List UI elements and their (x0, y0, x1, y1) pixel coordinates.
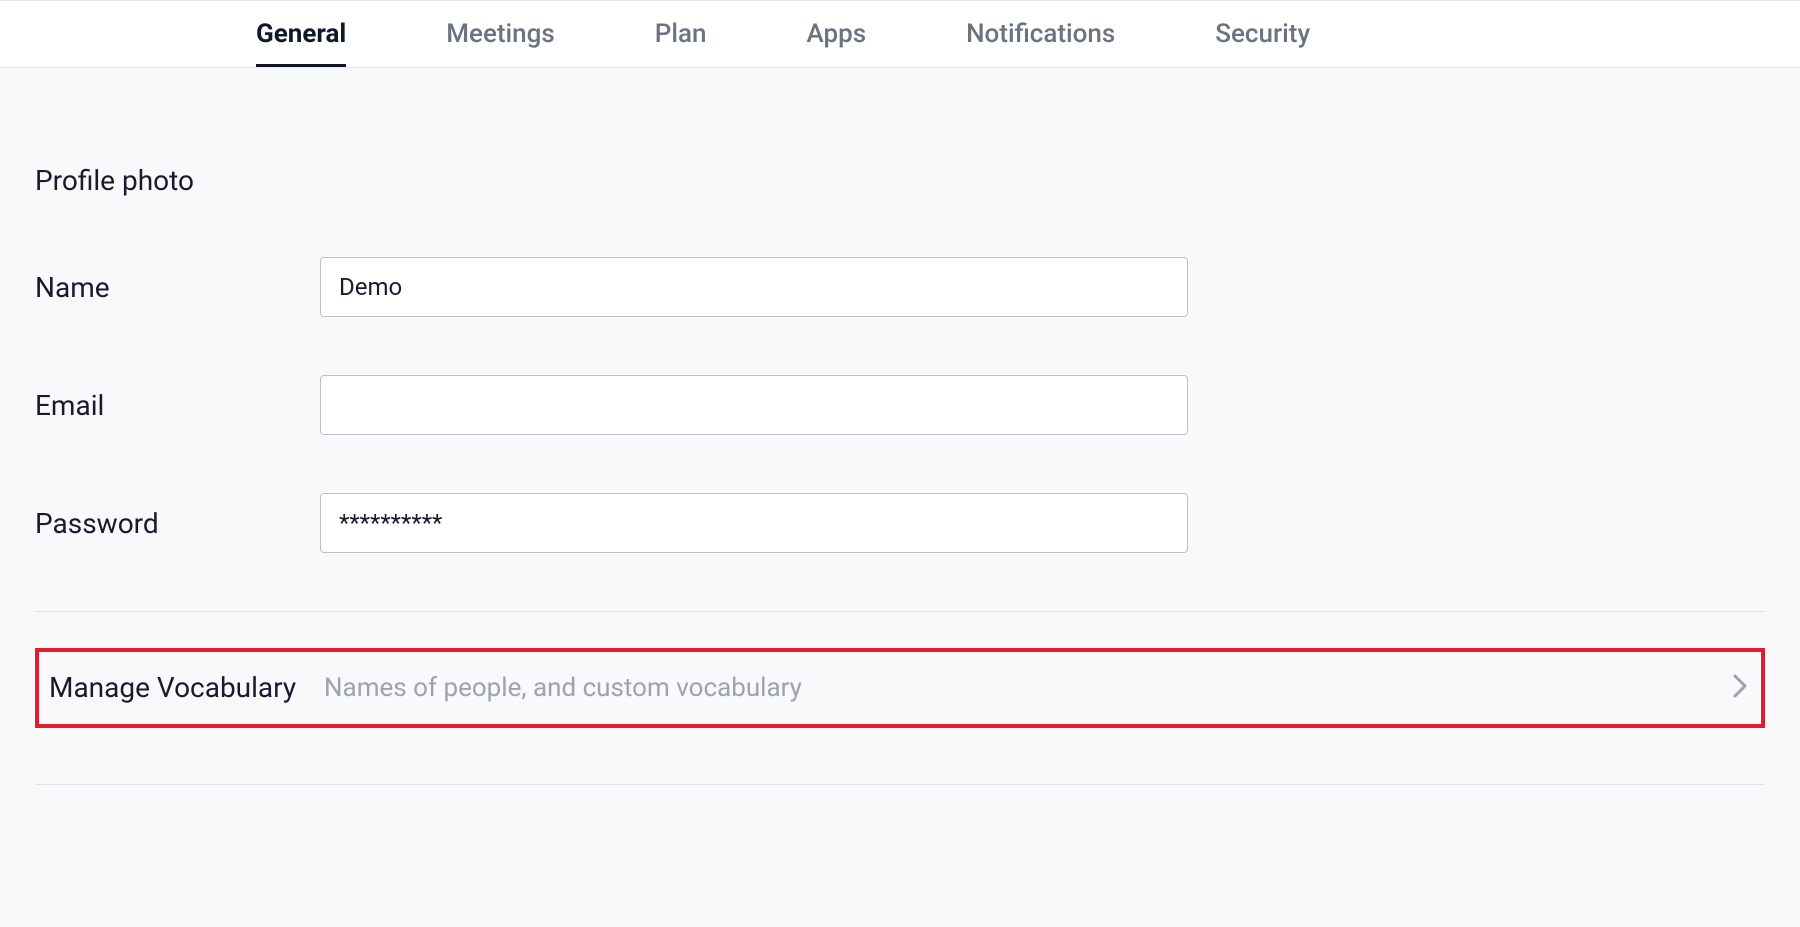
password-label: Password (35, 507, 320, 540)
divider (35, 784, 1765, 785)
name-input[interactable] (320, 257, 1188, 317)
email-input[interactable] (320, 375, 1188, 435)
tab-plan[interactable]: Plan (655, 1, 707, 67)
tab-general[interactable]: General (256, 1, 346, 67)
manage-vocabulary-row[interactable]: Manage Vocabulary Names of people, and c… (35, 648, 1765, 728)
tab-notifications[interactable]: Notifications (966, 1, 1115, 67)
password-input[interactable] (320, 493, 1188, 553)
content-area: Profile photo Name Email Password Manage… (0, 164, 1800, 785)
divider (35, 611, 1765, 612)
profile-photo-heading: Profile photo (35, 164, 1765, 197)
manage-vocabulary-title: Manage Vocabulary (39, 672, 324, 704)
name-label: Name (35, 271, 320, 304)
password-row: Password (35, 493, 1765, 553)
email-label: Email (35, 389, 320, 422)
name-row: Name (35, 257, 1765, 317)
tab-apps[interactable]: Apps (806, 1, 866, 67)
tab-meetings[interactable]: Meetings (446, 1, 554, 67)
chevron-right-icon (1729, 672, 1749, 704)
tab-security[interactable]: Security (1215, 1, 1310, 67)
email-row: Email (35, 375, 1765, 435)
manage-vocabulary-description: Names of people, and custom vocabulary (324, 673, 1729, 703)
tabs-bar: General Meetings Plan Apps Notifications… (0, 0, 1800, 68)
